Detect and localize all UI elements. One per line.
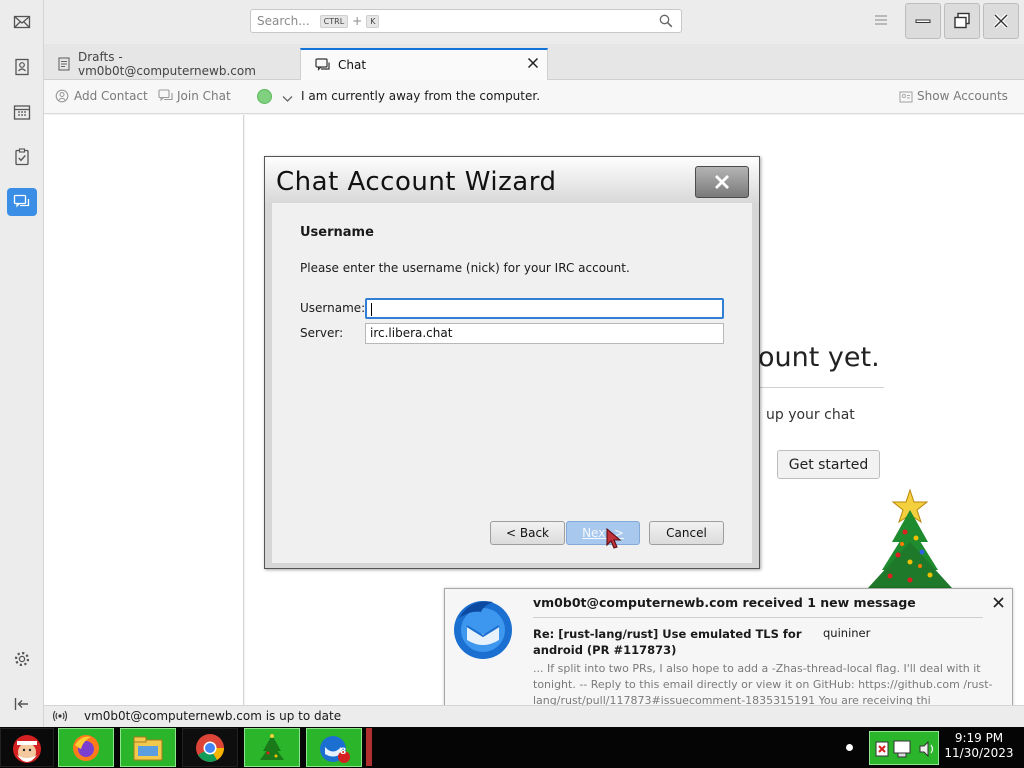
taskbar-firefox[interactable] [58, 728, 114, 767]
taskbar-separator [366, 728, 372, 766]
tab-chat[interactable]: Chat [300, 48, 548, 80]
username-input[interactable] [365, 298, 724, 319]
get-started-button[interactable]: Get started [777, 450, 880, 479]
show-accounts-label: Show Accounts [917, 89, 1008, 103]
santa-start-icon [13, 734, 41, 763]
contacts-pane [44, 115, 244, 705]
status-bar-text: vm0b0t@computernewb.com is up to date [84, 709, 342, 723]
app-menu-icon[interactable] [874, 14, 888, 29]
status-message[interactable]: I am currently away from the computer. [301, 89, 540, 103]
server-label: Server: [300, 326, 344, 340]
add-contact-button[interactable]: Add Contact [55, 89, 148, 103]
collapse-sidebar-icon[interactable] [7, 690, 37, 718]
tab-drafts-label: Drafts - vm0b0t@computernewb.com [78, 50, 256, 78]
search-placeholder: Search... [257, 14, 310, 28]
notification-body: ... If split into two PRs, I also hope t… [533, 662, 993, 707]
document-icon [58, 57, 70, 71]
taskbar-clock[interactable]: 9:19 PM 11/30/2023 [942, 731, 1016, 761]
clock-time: 9:19 PM [954, 731, 1004, 745]
join-chat-icon [158, 89, 173, 102]
cancel-button[interactable]: Cancel [649, 521, 724, 545]
next-button[interactable]: Next > [566, 521, 640, 545]
server-input[interactable]: irc.libera.chat [365, 323, 724, 344]
shortcut-ctrl-key: CTRL [319, 14, 349, 28]
username-label: Username: [300, 301, 366, 315]
taskbar-thunderbird[interactable]: 8 [306, 728, 362, 767]
taskbar-file-explorer[interactable] [120, 728, 176, 767]
shortcut-k-key: K [366, 14, 380, 28]
notification-sender: quininer [823, 626, 871, 640]
tab-drafts[interactable]: Drafts - vm0b0t@computernewb.com [44, 48, 299, 80]
tab-bar: Drafts - vm0b0t@computernewb.com Chat [44, 44, 1024, 80]
tray-indicator-icon [846, 744, 853, 751]
tab-close-icon[interactable] [527, 57, 539, 72]
close-window-button[interactable] [983, 3, 1019, 39]
restore-icon [954, 12, 970, 29]
wizard-page-description: Please enter the username (nick) for you… [300, 261, 630, 275]
start-button[interactable] [0, 728, 54, 767]
dialog-close-button[interactable] [695, 166, 749, 198]
christmas-tree-decoration [860, 480, 970, 593]
mail-icon[interactable] [7, 8, 37, 36]
tab-chat-label: Chat [338, 58, 367, 72]
close-icon [993, 13, 1009, 29]
back-button[interactable]: < Back [490, 521, 565, 545]
add-contact-icon [55, 89, 69, 103]
taskbar: 8 9:19 PM 11/30/2023 [0, 727, 1024, 768]
notification-divider [533, 617, 983, 618]
join-chat-button[interactable]: Join Chat [158, 89, 231, 103]
firefox-icon [73, 734, 99, 761]
wizard-page-heading: Username [300, 225, 374, 240]
settings-gear-icon[interactable] [7, 645, 37, 673]
clock-date: 11/30/2023 [944, 746, 1014, 760]
spaces-toolbar [0, 0, 44, 727]
notification-subject: Re: [rust-lang/rust] Use emulated TLS fo… [533, 627, 802, 657]
notification-close-icon[interactable] [993, 597, 1004, 611]
taskbar-christmas-tree[interactable] [244, 728, 300, 767]
chrome-icon [196, 733, 224, 762]
tray-icons [875, 740, 934, 758]
tree-icon [260, 733, 284, 760]
add-contact-label: Add Contact [74, 89, 148, 103]
minimize-icon [915, 19, 931, 23]
accounts-icon [899, 90, 913, 103]
dialog-title: Chat Account Wizard [276, 167, 557, 197]
no-account-heading: ount yet. [758, 342, 880, 373]
tasks-icon[interactable] [7, 143, 37, 171]
online-status-icon[interactable] [52, 709, 68, 726]
chat-icon[interactable] [7, 188, 37, 216]
minimize-button[interactable] [905, 3, 941, 39]
show-accounts-button[interactable]: Show Accounts [899, 89, 1008, 103]
taskbar-chrome[interactable] [182, 728, 238, 767]
thunderbird-logo-icon [449, 594, 517, 665]
calendar-icon[interactable] [7, 98, 37, 126]
dialog-body: Username Please enter the username (nick… [272, 203, 752, 563]
divider [758, 387, 884, 388]
no-account-description: up your chat [766, 407, 855, 423]
close-icon [715, 175, 729, 189]
thunderbird-unread-badge: 8 [340, 747, 347, 757]
chat-toolbar: Add Contact Join Chat I am currently awa… [44, 80, 1024, 114]
address-book-icon[interactable] [7, 53, 37, 81]
status-bar: vm0b0t@computernewb.com is up to date [44, 705, 1024, 727]
mouse-cursor-icon [605, 527, 623, 553]
chat-bubble-icon [315, 58, 330, 72]
search-icon [659, 14, 673, 31]
shortcut-plus: + [352, 14, 363, 28]
dialog-title-bar[interactable]: Chat Account Wizard [265, 157, 759, 203]
restore-button[interactable] [944, 3, 980, 39]
system-tray[interactable] [869, 731, 939, 765]
new-mail-notification[interactable]: vm0b0t@computernewb.com received 1 new m… [444, 588, 1013, 715]
search-input[interactable]: Search... CTRL + K [250, 9, 682, 33]
status-available-icon[interactable] [257, 89, 272, 104]
notification-title: vm0b0t@computernewb.com received 1 new m… [533, 595, 916, 610]
chevron-down-icon[interactable] [282, 92, 293, 106]
title-bar: Search... CTRL + K [44, 0, 1024, 44]
join-chat-label: Join Chat [177, 89, 231, 103]
folder-icon [133, 736, 163, 760]
text-caret [371, 303, 372, 316]
chat-account-wizard-dialog: Chat Account Wizard Username Please ente… [264, 156, 760, 569]
